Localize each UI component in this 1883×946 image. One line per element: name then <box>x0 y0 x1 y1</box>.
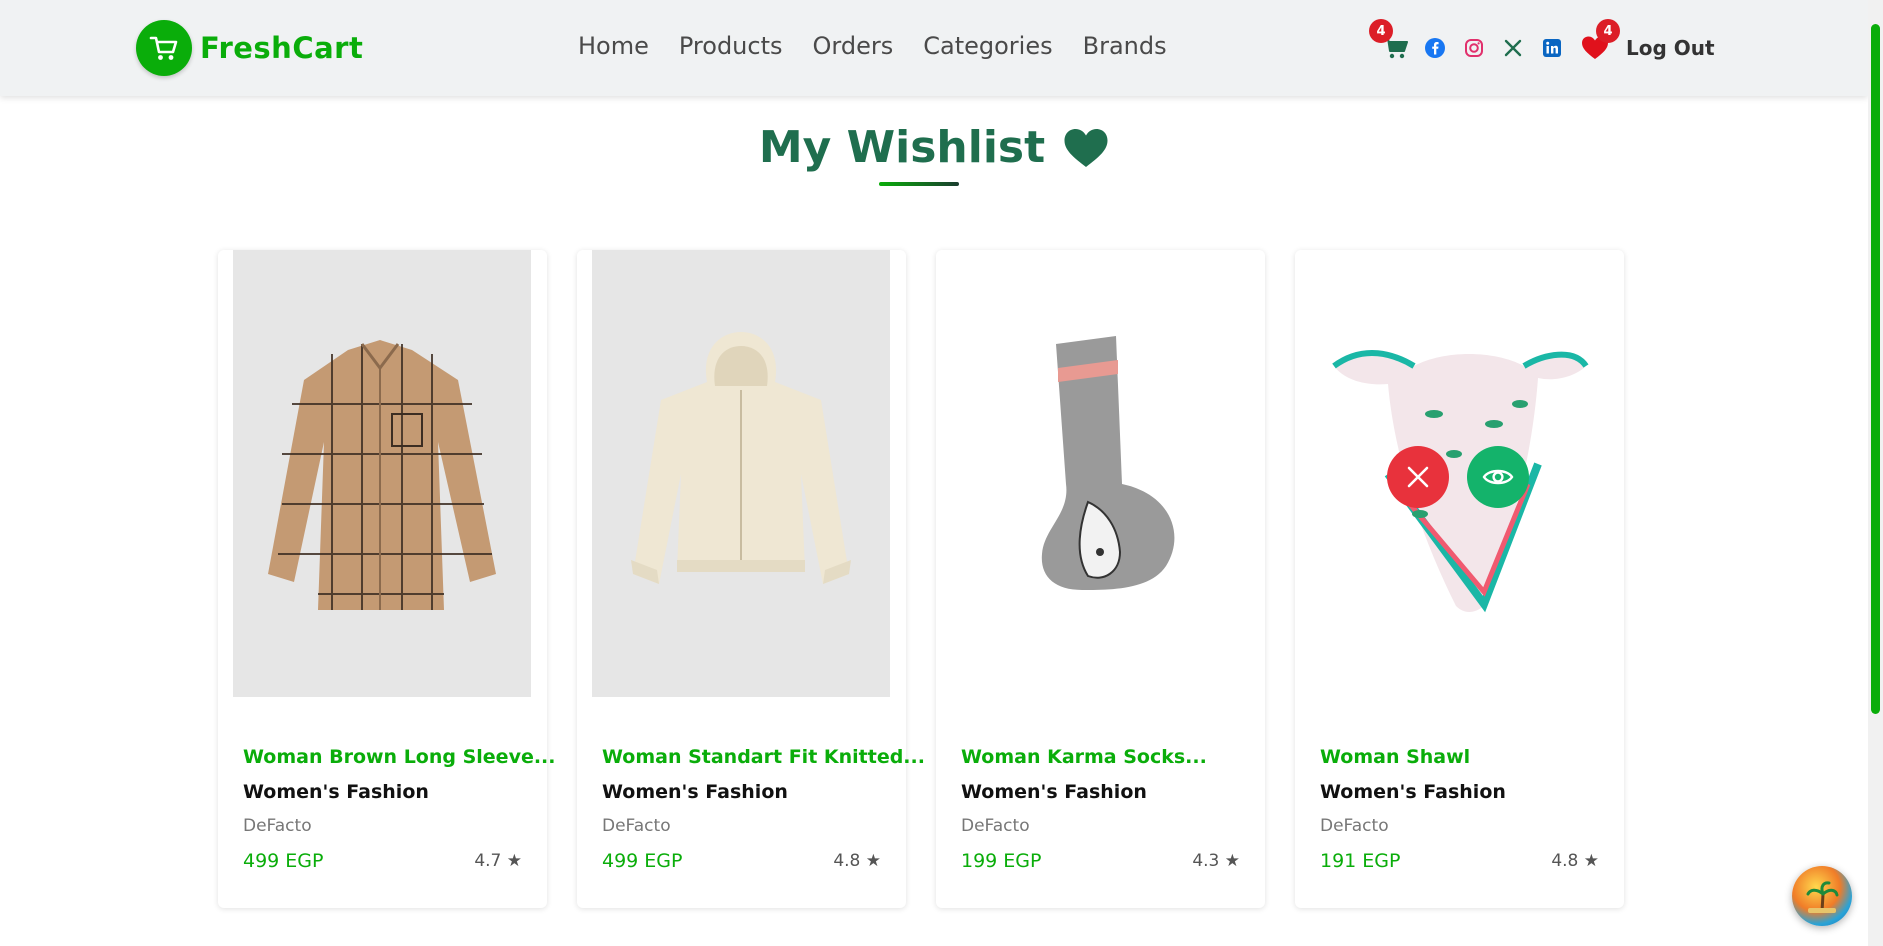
product-title[interactable]: Woman Karma Socks... <box>961 746 1207 768</box>
product-image[interactable] <box>951 250 1249 697</box>
main-nav: Home Products Orders Categories Brands <box>578 32 1167 60</box>
linkedin-link[interactable] <box>1537 33 1567 63</box>
product-rating: 4.8 ★ <box>833 851 881 871</box>
product-brand: DeFacto <box>243 816 312 836</box>
nav-actions: 4 4 Log Out <box>1369 19 1715 66</box>
product-title[interactable]: Woman Shawl <box>1320 746 1470 768</box>
scrollbar-thumb[interactable] <box>1871 24 1880 714</box>
view-product-button[interactable] <box>1467 446 1529 508</box>
product-card[interactable]: Woman Brown Long Sleeve... Women's Fashi… <box>218 250 556 908</box>
product-price: 191 EGP <box>1320 850 1401 872</box>
nav-brands-link[interactable]: Brands <box>1083 32 1167 60</box>
product-category: Women's Fashion <box>1320 781 1506 803</box>
product-image[interactable] <box>1310 250 1608 697</box>
instagram-icon <box>1465 39 1483 57</box>
facebook-link[interactable] <box>1420 33 1450 63</box>
page-title-row: My Wishlist <box>759 122 1109 173</box>
nav-home-link[interactable]: Home <box>578 32 649 60</box>
cart-count-badge: 4 <box>1369 19 1393 43</box>
palm-tree-icon <box>1806 881 1839 913</box>
x-icon <box>1504 39 1522 57</box>
product-image[interactable] <box>233 250 531 697</box>
product-card[interactable]: Woman Karma Socks... Women's Fashion DeF… <box>936 250 1265 908</box>
logout-link[interactable]: Log Out <box>1626 36 1715 60</box>
floating-action-button[interactable] <box>1792 866 1852 926</box>
product-card[interactable]: Woman Shawl Women's Fashion DeFacto 191 … <box>1295 250 1624 908</box>
page-title: My Wishlist <box>758 122 1046 173</box>
remove-from-wishlist-button[interactable] <box>1387 446 1449 508</box>
nav-products-link[interactable]: Products <box>679 32 783 60</box>
instagram-link[interactable] <box>1459 33 1489 63</box>
title-underline <box>879 182 959 186</box>
heart-icon <box>1064 128 1108 167</box>
product-category: Women's Fashion <box>243 781 429 803</box>
linkedin-icon <box>1543 39 1561 57</box>
page-scrollbar[interactable] <box>1868 0 1883 946</box>
product-title[interactable]: Woman Brown Long Sleeve... <box>243 746 556 768</box>
navbar: FreshCart Home Products Orders Categorie… <box>0 0 1868 96</box>
page-header: My Wishlist <box>0 122 1868 173</box>
product-price: 199 EGP <box>961 850 1042 872</box>
wishlist-button[interactable]: 4 <box>1580 19 1620 63</box>
product-card[interactable]: Woman Standart Fit Knitted... Women's Fa… <box>577 250 925 908</box>
product-image[interactable] <box>592 250 890 697</box>
product-category: Women's Fashion <box>961 781 1147 803</box>
brand-logo[interactable]: FreshCart <box>136 20 363 76</box>
product-title[interactable]: Woman Standart Fit Knitted... <box>602 746 925 768</box>
product-brand: DeFacto <box>602 816 671 836</box>
nav-orders-link[interactable]: Orders <box>813 32 894 60</box>
product-brand: DeFacto <box>1320 816 1389 836</box>
cart-button[interactable]: 4 <box>1369 19 1411 63</box>
close-icon <box>1407 466 1429 488</box>
x-twitter-link[interactable] <box>1498 33 1528 63</box>
wishlist-grid: Woman Brown Long Sleeve... Women's Fashi… <box>218 250 1624 908</box>
product-brand: DeFacto <box>961 816 1030 836</box>
product-rating: 4.7 ★ <box>474 851 522 871</box>
product-category: Women's Fashion <box>602 781 788 803</box>
wishlist-count-badge: 4 <box>1596 19 1620 43</box>
facebook-icon <box>1425 38 1445 58</box>
product-price: 499 EGP <box>602 850 683 872</box>
product-rating: 4.8 ★ <box>1551 851 1599 871</box>
brand-name: FreshCart <box>200 31 364 65</box>
product-price: 499 EGP <box>243 850 324 872</box>
product-rating: 4.3 ★ <box>1192 851 1240 871</box>
nav-categories-link[interactable]: Categories <box>923 32 1052 60</box>
cart-logo-icon <box>136 20 192 76</box>
eye-icon <box>1482 469 1514 485</box>
